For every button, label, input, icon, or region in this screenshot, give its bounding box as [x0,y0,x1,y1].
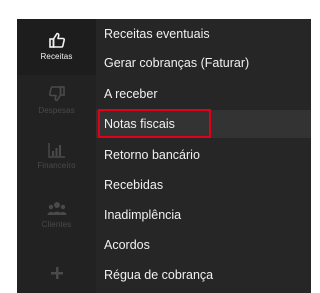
plus-icon [50,267,63,279]
sidebar-item-label: Receitas [40,52,73,61]
sidebar-item-label: Clientes [41,220,72,229]
menu-item-acordos[interactable]: Acordos [96,231,311,259]
menu-item-recebidas[interactable]: Recebidas [96,171,311,199]
sidebar-item-financeiro[interactable]: Financeiro [17,142,96,170]
menu-item-inadimplencia[interactable]: Inadimplência [96,201,311,229]
sidebar-item-despesas[interactable]: Despesas [17,85,96,115]
sidebar-item-receitas[interactable]: Receitas [17,19,96,75]
sidebar-item-clientes[interactable]: Clientes [17,201,96,229]
submenu: Receitas eventuais Gerar cobranças (Fatu… [96,19,311,293]
bar-chart-icon [47,143,65,158]
highlight-box [98,109,211,138]
sidebar-item-more[interactable] [17,266,96,283]
menu-item-retorno-bancario[interactable]: Retorno bancário [96,141,311,169]
menu-item-gerar-cobrancas[interactable]: Gerar cobranças (Faturar) [96,49,311,77]
sidebar-item-label: Despesas [38,106,75,115]
users-icon [47,202,66,215]
menu-item-a-receber[interactable]: A receber [96,80,311,108]
thumbs-down-icon [48,86,65,102]
menu-item-regua-de-cobranca[interactable]: Régua de cobrança [96,261,311,289]
sidebar: Receitas Despesas Financeiro Clientes [17,19,96,293]
menu-item-receitas-eventuais[interactable]: Receitas eventuais [96,20,311,48]
thumbs-up-icon [48,32,65,48]
sidebar-item-label: Financeiro [37,161,76,170]
